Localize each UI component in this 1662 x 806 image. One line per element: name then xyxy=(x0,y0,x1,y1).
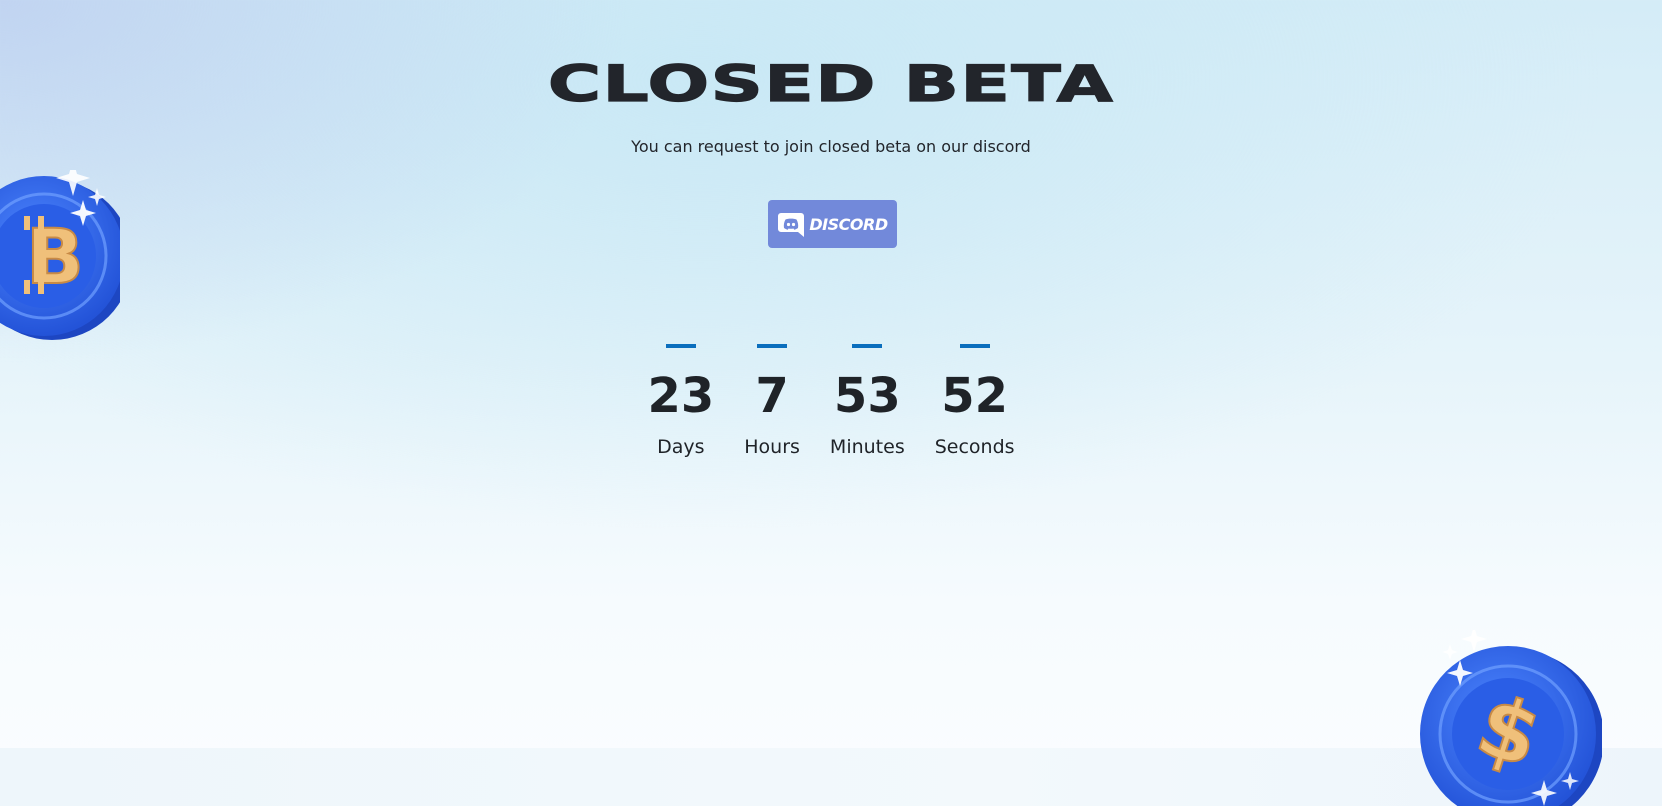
countdown-days-value: 23 xyxy=(647,368,715,424)
countdown-accent-bar xyxy=(757,344,788,348)
countdown-minutes-value: 53 xyxy=(833,368,901,424)
discord-button[interactable]: DISCORD xyxy=(768,200,897,248)
countdown-accent-bar xyxy=(665,344,696,348)
countdown-accent-bar xyxy=(959,344,990,348)
discord-button-label: DISCORD xyxy=(809,214,888,234)
discord-logo-icon xyxy=(778,213,805,237)
countdown-minutes: 53 Minutes xyxy=(830,344,905,458)
svg-text:B: B xyxy=(26,212,84,301)
page-title: CLOSED BETA xyxy=(547,54,1115,113)
countdown-hours: 7 Hours xyxy=(744,344,800,458)
countdown-accent-bar xyxy=(852,344,883,348)
countdown-days: 23 Days xyxy=(647,344,714,458)
countdown-hours-value: 7 xyxy=(755,368,789,424)
coming-soon-page: B CLOSED BETA You can request to join cl… xyxy=(0,0,1662,806)
bitcoin-coin-icon: B xyxy=(0,160,132,354)
countdown-minutes-label: Minutes xyxy=(829,436,905,458)
countdown-seconds: 52 Seconds xyxy=(935,344,1015,458)
countdown-seconds-label: Seconds xyxy=(934,436,1015,458)
countdown-days-label: Days xyxy=(657,436,705,458)
countdown-timer: 23 Days 7 Hours 53 Minutes 52 Seconds xyxy=(0,344,1662,458)
dollar-coin-icon: $ xyxy=(1412,626,1604,806)
page-subtitle: You can request to join closed beta on o… xyxy=(631,137,1031,156)
countdown-hours-label: Hours xyxy=(744,436,800,458)
countdown-seconds-value: 52 xyxy=(941,368,1009,424)
